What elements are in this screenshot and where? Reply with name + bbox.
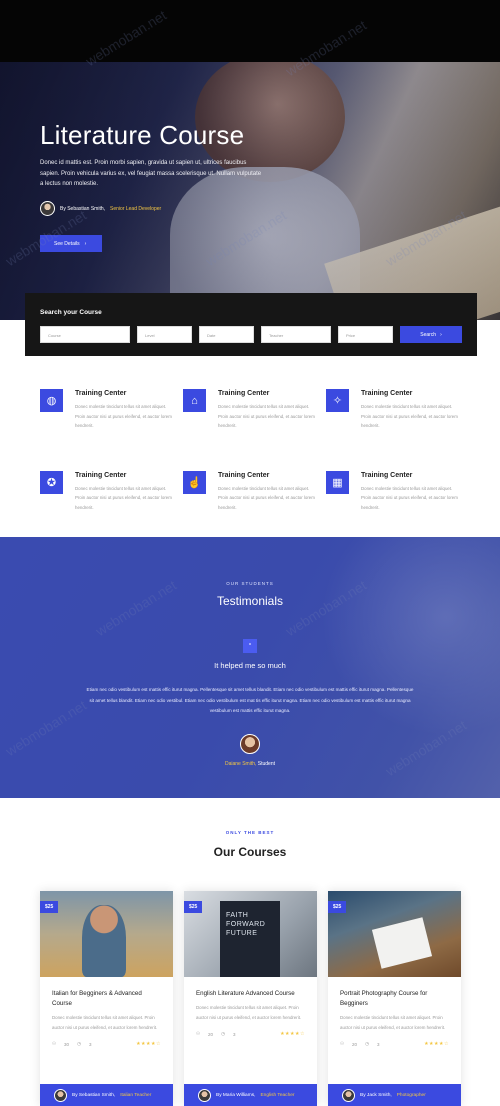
students-icon: ⚇	[52, 1041, 57, 1046]
course-author: By Maria Williams,	[216, 1092, 256, 1098]
testimonials-section: OUR STUDENTS Testimonials “ It helped me…	[0, 537, 500, 798]
author-name: By Sebastian Smith,	[60, 205, 106, 212]
student-role: Student	[257, 761, 276, 767]
feature-title: Training Center	[361, 390, 413, 397]
course-title[interactable]: Italian for Begginers & Advanced Course	[52, 989, 161, 1009]
courses-title: Our Courses	[213, 845, 287, 859]
courses-overline: ONLY THE BEST	[225, 830, 275, 835]
course-author-bar: By Maria Williams, English Teacher	[184, 1084, 317, 1106]
course-author-bar: By Sebastian Smith, Italian Teacher	[40, 1084, 173, 1106]
feature-text: Donec molestie tincidunt tellus sit amet…	[75, 485, 172, 510]
course-card[interactable]: $25 Portrait Photography Course for Begg…	[328, 891, 461, 1106]
course-image[interactable]: $25	[40, 891, 173, 977]
course-text: Donec molestie tincidunt tellus sit amet…	[340, 1015, 446, 1030]
feature-text: Donec molestie tincidunt tellus sit amet…	[218, 485, 315, 510]
author-role[interactable]: Senior Lead Developer	[110, 206, 161, 212]
school-building-icon: ▦	[326, 470, 349, 494]
feature-text: Donec molestie tincidunt tellus sit amet…	[75, 404, 172, 428]
feature-title: Training Center	[218, 471, 270, 479]
quote-icon: “	[243, 639, 257, 653]
feature-item: ⌂ Training Center Donec molestie tincidun…	[183, 389, 326, 431]
feature-title: Training Center	[75, 471, 127, 479]
avatar	[240, 734, 260, 754]
course-title[interactable]: Portrait Photography Course for Begginer…	[340, 989, 449, 1009]
students-icon: ⚇	[196, 1031, 201, 1036]
lessons-icon: ◷	[365, 1041, 369, 1046]
hero-banner: Literature Course Donec id mattis est. P…	[0, 62, 500, 320]
feature-item: ▦ Training Center Donec molestie tincidun…	[326, 470, 469, 513]
students-count: 20	[352, 1041, 358, 1047]
student-name: Daiane Smith,	[224, 761, 257, 767]
book-cover: FAITH FORWARD FUTURE	[220, 901, 280, 977]
feature-text: Donec molestie tincidunt tellus sit amet…	[218, 404, 315, 428]
lessons-count: 3	[377, 1041, 380, 1047]
students-icon: ⚇	[340, 1041, 345, 1046]
rating-stars: ★★★★☆	[136, 1041, 161, 1047]
lessons-count: 3	[89, 1041, 92, 1047]
course-field[interactable]: Course	[40, 326, 130, 343]
search-title: Search your Course	[40, 309, 102, 316]
feature-item: ◍ Training Center Donec molestie tincidun…	[40, 389, 183, 431]
course-card[interactable]: FAITH FORWARD FUTURE $25 English Literatur…	[184, 891, 317, 1106]
price-badge: $25	[184, 901, 203, 913]
price-badge: $25	[40, 901, 59, 913]
course-cards: $25 Italian for Begginers & Advanced Cou…	[40, 891, 461, 1106]
feature-item: ✪ Training Center Donec molestie tincidun…	[40, 470, 183, 513]
course-search-panel: Search your Course Course Level Date Tea…	[25, 293, 477, 356]
feature-text: Donec molestie tincidunt tellus sit amet…	[361, 404, 458, 428]
course-image[interactable]: FAITH FORWARD FUTURE $25	[184, 891, 317, 977]
course-author: By Jack Smith,	[360, 1092, 392, 1098]
graduation-cap-icon: ⌂	[183, 389, 206, 412]
feature-title: Training Center	[361, 471, 413, 479]
feature-text: Donec molestie tincidunt tellus sit amet…	[361, 485, 458, 510]
course-image[interactable]: $25	[328, 891, 461, 977]
lessons-icon: ◷	[77, 1041, 81, 1046]
see-details-label: See Details	[54, 240, 80, 247]
feature-title: Training Center	[75, 390, 127, 397]
testimonial-text: Etiam nec odio vestibulum est mattis eff…	[86, 687, 414, 713]
course-card[interactable]: $25 Italian for Begginers & Advanced Cou…	[40, 891, 173, 1106]
rating-stars: ★★★★☆	[280, 1031, 305, 1037]
search-button[interactable]: Search ›	[400, 326, 462, 343]
price-field[interactable]: Price	[338, 326, 393, 343]
feature-item: ✧ Training Center Donec molestie tincidun…	[326, 389, 469, 431]
touch-icon: ☝	[183, 470, 206, 494]
medal-icon: ✪	[40, 470, 63, 494]
lessons-count: 3	[233, 1031, 236, 1037]
course-text: Donec molestie tincidunt tellus sit amet…	[196, 1005, 302, 1020]
testimonials-overline: OUR STUDENTS	[226, 581, 274, 586]
testimonial-heading: It helped me so much	[214, 661, 286, 670]
search-button-label: Search	[420, 331, 437, 338]
hero-description: Donec id mattis est. Proin morbi sapien,…	[40, 160, 262, 187]
see-details-button[interactable]: See Details ›	[40, 235, 102, 252]
course-author-role[interactable]: Italian Teacher	[120, 1093, 151, 1098]
date-field[interactable]: Date	[199, 326, 254, 343]
course-author-role[interactable]: Photographer	[397, 1093, 426, 1098]
chevron-right-icon: ›	[440, 331, 442, 338]
chevron-right-icon: ›	[84, 240, 87, 247]
feature-item: ☝ Training Center Donec molestie tincidun…	[183, 470, 326, 513]
avatar	[40, 201, 55, 216]
hero-author: By Sebastian Smith, Senior Lead Develope…	[40, 201, 161, 216]
testimonials-title: Testimonials	[216, 594, 284, 608]
course-author-role[interactable]: English Teacher	[260, 1093, 294, 1098]
rating-stars: ★★★★☆	[424, 1041, 449, 1047]
students-count: 30	[64, 1041, 70, 1047]
hero-title: Literature Course	[40, 120, 245, 150]
price-badge: $25	[328, 901, 347, 913]
lessons-icon: ◷	[221, 1031, 225, 1036]
course-title[interactable]: English Literature Advanced Course	[196, 989, 305, 999]
course-author: By Sebastian Smith,	[72, 1092, 116, 1098]
lightbulb-icon: ✧	[326, 389, 349, 412]
level-field[interactable]: Level	[137, 326, 192, 343]
course-author-bar: By Jack Smith, Photographer	[328, 1084, 461, 1106]
teacher-field[interactable]: Teacher	[261, 326, 331, 343]
student-credit: Daiane Smith, Student	[0, 761, 500, 767]
globe-icon: ◍	[40, 389, 63, 412]
feature-title: Training Center	[218, 390, 270, 397]
course-text: Donec molestie tincidunt tellus sit amet…	[52, 1015, 158, 1030]
top-navigation-bar	[0, 0, 500, 62]
students-count: 20	[208, 1031, 214, 1037]
features-grid: ◍ Training Center Donec molestie tincidun…	[40, 389, 480, 512]
